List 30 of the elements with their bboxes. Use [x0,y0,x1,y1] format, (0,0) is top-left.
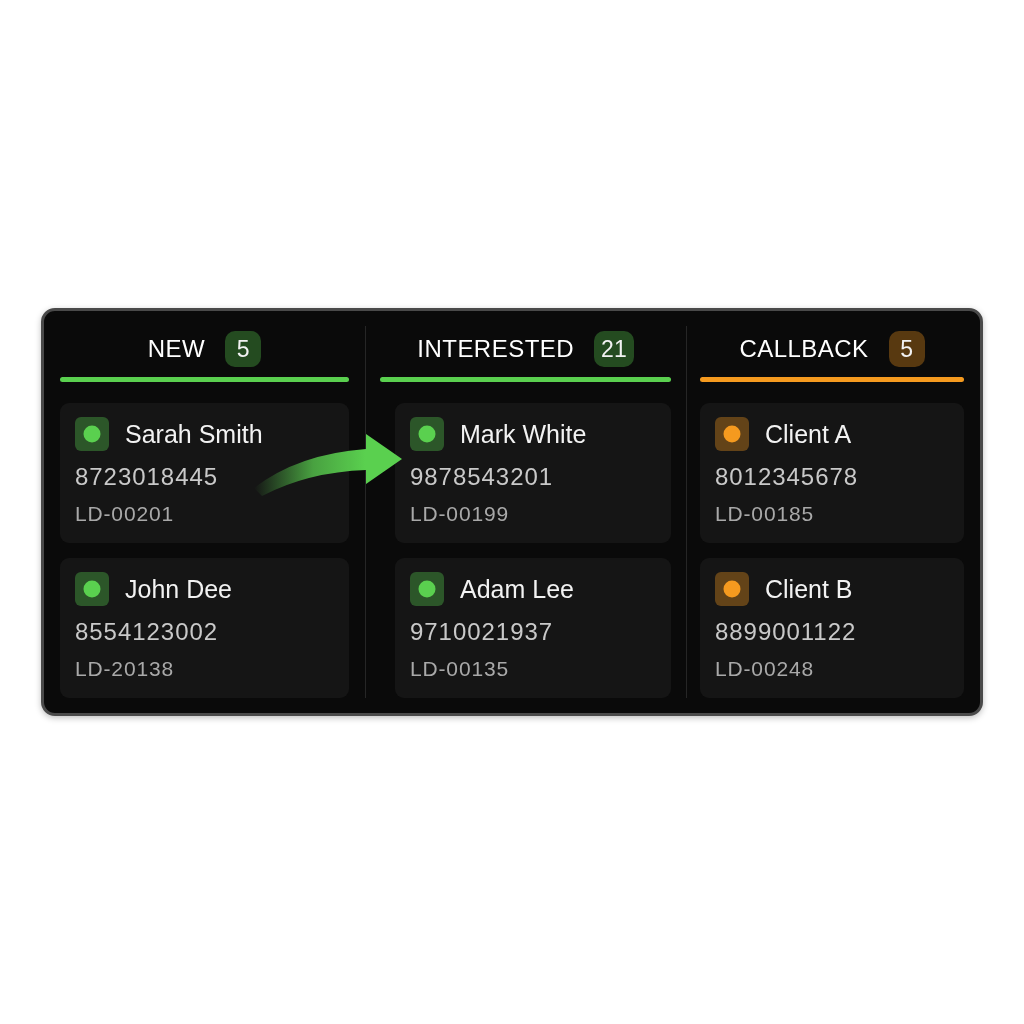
lead-phone: 8554123002 [75,617,219,647]
lead-name: Client B [765,574,853,604]
column-title: CALLBACK [739,334,869,364]
count-badge: 5 [888,331,925,367]
count-badge: 5 [225,331,262,367]
lead-id: LD-00248 [715,656,814,682]
lead-phone: 8723018445 [75,462,219,492]
column-title: NEW [147,334,206,364]
lead-card[interactable]: Client A 8012345678 LD-00185 [700,403,964,543]
lead-card[interactable]: Sarah Smith 8723018445 LD-00201 [60,403,349,543]
lead-phone: 9878543201 [410,462,554,492]
lead-name: Client A [765,419,852,449]
column-title: INTERESTED [417,334,575,364]
lead-name: Mark White [460,419,587,449]
lead-phone: 8899001122 [715,617,857,647]
count-badge: 21 [594,331,634,367]
lead-card[interactable]: Client B 8899001122 LD-00248 [700,558,964,698]
lead-card[interactable]: John Dee 8554123002 LD-20138 [60,558,349,698]
lead-name: Adam Lee [460,574,574,604]
lead-id: LD-00135 [410,656,509,682]
lead-phone: 9710021937 [410,617,554,647]
lead-card[interactable]: Mark White 9878543201 LD-00199 [395,403,671,543]
lead-card[interactable]: Adam Lee 9710021937 LD-00135 [395,558,671,698]
lead-id: LD-00201 [75,501,174,527]
lead-name: John Dee [125,574,233,604]
lead-id: LD-00199 [410,501,509,527]
lead-phone: 8012345678 [715,462,859,492]
lead-name: Sarah Smith [125,419,263,449]
lead-id: LD-20138 [75,656,174,682]
lead-id: LD-00185 [715,501,814,527]
